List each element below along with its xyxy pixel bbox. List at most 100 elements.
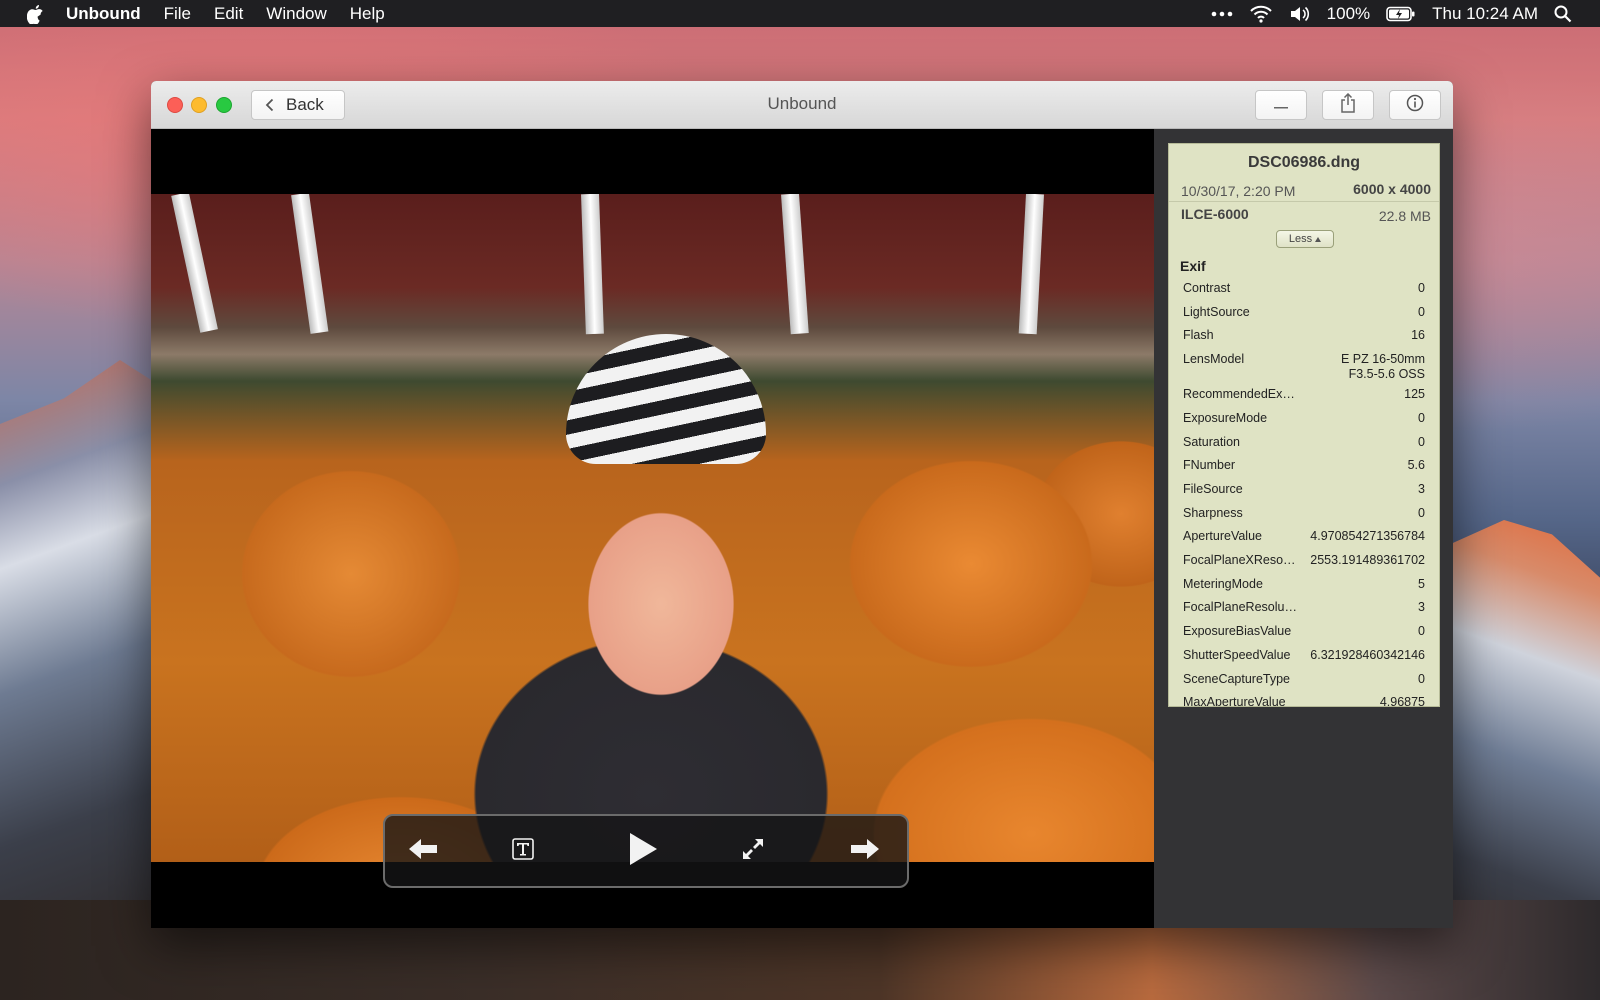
ellipsis-icon[interactable] [1211,11,1233,17]
status-area: 100% Thu 10:24 AM [1211,4,1572,24]
exif-key: Contrast [1183,281,1231,295]
minus-icon [1274,96,1288,114]
exif-value: 6.321928460342146 [1310,647,1425,662]
exif-value: 16 [1411,328,1425,343]
exif-key: ExposureMode [1183,410,1268,425]
next-button[interactable] [847,835,883,867]
arrow-right-icon [849,837,881,866]
share-button[interactable] [1322,90,1374,120]
exif-value: 0 [1418,434,1425,449]
exif-row: Sharpness 0 [1169,502,1439,526]
caret-up-icon [1315,233,1322,245]
exif-row: ApertureValue 4.970854271356784 [1169,525,1439,549]
less-button[interactable]: Less [1276,230,1334,248]
sidebar: DSC06986.dng 10/30/17, 2:20 PM 6000 x 40… [1154,129,1453,928]
exif-row: RecommendedEx… 125 [1169,383,1439,407]
exif-key: ExposureBiasValue [1183,624,1292,639]
exif-key: FileSource [1183,481,1243,496]
exif-list[interactable]: Contrast 0 LightSource 0 Flash 16 LensModel… [1169,277,1439,706]
exif-value: 0 [1418,505,1425,520]
exif-key: ShutterSpeedValue [1183,647,1291,662]
exif-row: LightSource 0 [1169,301,1439,325]
exif-key: MeteringMode [1183,576,1263,591]
photo-detail [581,194,604,335]
apple-icon[interactable] [25,4,45,24]
exif-value: 0 [1418,624,1425,639]
exif-row: ExposureMode 0 [1169,407,1439,431]
exif-row: SceneCaptureType 0 [1169,668,1439,692]
exif-key: LensModel [1183,352,1245,367]
exif-value: 0 [1418,281,1425,295]
photo-detail [781,194,809,335]
exif-key: Sharpness [1183,505,1243,520]
app-window: Back Unbound DSC06986.dng 10/30/17, 2:20… [151,81,1453,928]
exif-row: FocalPlaneXReso… 2553.191489361702 [1169,549,1439,573]
play-button[interactable] [625,832,661,867]
expand-icon [741,837,765,866]
exif-key: ApertureValue [1183,529,1262,544]
battery-percent[interactable]: 100% [1327,4,1370,24]
caption-toggle-button[interactable] [505,835,541,867]
search-icon[interactable] [1554,5,1572,23]
volume-icon[interactable] [1289,5,1311,23]
exif-value: 4.970854271356784 [1310,529,1425,544]
exif-key: RecommendedEx… [1183,387,1295,402]
wifi-icon[interactable] [1249,5,1273,23]
exif-row: MaxApertureValue 4.96875 [1169,691,1439,706]
play-icon [627,831,659,872]
previous-button[interactable] [405,835,441,867]
photo-detail [1018,194,1044,335]
photo-image[interactable] [151,194,1154,862]
file-name: DSC06986.dng [1247,154,1361,171]
photo-detail [566,334,766,464]
capture-date: 10/30/17, 2:20 PM [1181,183,1296,199]
exif-row: Flash 16 [1169,324,1439,348]
exif-row: FNumber 5.6 [1169,454,1439,478]
battery-charging-icon[interactable] [1386,6,1416,22]
camera-model: ILCE-6000 [1181,206,1249,222]
share-icon [1340,92,1356,118]
clock[interactable]: Thu 10:24 AM [1432,4,1538,24]
exif-key: FNumber [1183,458,1236,473]
exif-row: ExposureBiasValue 0 [1169,620,1439,644]
exif-key: Flash [1183,328,1214,343]
exif-key: FocalPlaneResolu… [1183,600,1297,615]
menu-window[interactable]: Window [266,4,326,24]
image-dimensions: 6000 x 4000 [1353,181,1431,197]
exif-row: MeteringMode 5 [1169,573,1439,597]
exif-value: 125 [1404,387,1425,402]
exif-row: FileSource 3 [1169,478,1439,502]
photo-detail [171,194,218,333]
exif-value: 5 [1418,576,1425,591]
menu-help[interactable]: Help [350,4,385,24]
exif-key: SceneCaptureType [1183,671,1291,686]
exif-heading: Exif [1180,258,1206,274]
photo-detail [291,194,329,334]
fullscreen-button[interactable] [735,835,771,867]
text-icon [512,837,534,865]
exif-value: 0 [1418,671,1425,686]
photo-viewer[interactable] [151,129,1154,928]
exif-key: FocalPlaneXReso… [1183,553,1296,568]
info-panel[interactable]: DSC06986.dng 10/30/17, 2:20 PM 6000 x 40… [1168,143,1440,707]
menu-edit[interactable]: Edit [214,4,243,24]
divider [1169,201,1439,202]
info-icon [1406,94,1424,117]
exif-value: 5.6 [1407,458,1425,473]
less-label: Less [1288,233,1313,245]
title-bar: Back Unbound [151,81,1453,129]
exif-row: Contrast 0 [1169,277,1439,301]
exif-row: Saturation 0 [1169,431,1439,455]
menu-file[interactable]: File [164,4,191,24]
info-button[interactable] [1389,90,1441,120]
file-size: 22.8 MB [1378,208,1431,224]
exif-value: 3 [1418,481,1425,496]
exif-value: 3 [1418,600,1425,615]
exif-row: LensModel E PZ 16-50mm F3.5-5.6 OSS [1169,348,1439,383]
exif-value: E PZ 16-50mm F3.5-5.6 OSS [1340,352,1425,382]
arrow-left-icon [407,837,439,866]
menu-app-name[interactable]: Unbound [66,4,141,24]
collapse-button[interactable] [1255,90,1307,120]
exif-key: LightSource [1183,304,1250,319]
exif-key: Saturation [1183,434,1240,449]
